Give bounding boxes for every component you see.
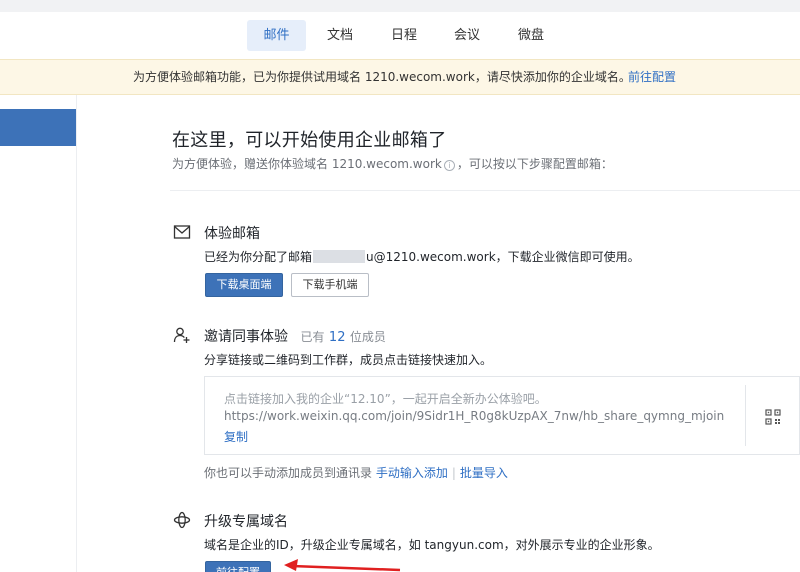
batch-import-link[interactable]: 批量导入 [460, 466, 508, 480]
member-count-suffix: 位成员 [349, 330, 386, 344]
sidebar-divider [76, 95, 77, 572]
page-subtitle: 为方便体验，赠送你体验域名 1210.wecom.work i ，可以按以下步骤配置… [172, 155, 613, 172]
mailbox-desc-after: u@1210.wecom.work，下载企业微信即可使用。 [366, 250, 640, 264]
masked-address [313, 250, 366, 263]
mailbox-desc: 已经为你分配了邮箱 u@1210.wecom.work，下载企业微信即可使用。 [204, 248, 640, 265]
manual-add-text: 你也可以手动添加成员到通讯录 [204, 466, 373, 480]
subtitle-text-before: 为方便体验，赠送你体验域名 1210.wecom.work [172, 157, 442, 171]
notice-banner: 为方便体验邮箱功能，已为你提供试用域名 1210.wecom.work，请尽快添… [0, 59, 800, 95]
sidebar-active-item[interactable] [0, 109, 76, 146]
info-icon[interactable]: i [443, 160, 455, 171]
notice-config-link[interactable]: 前往配置 [628, 60, 676, 94]
domain-desc: 域名是企业的ID，升级企业专属域名，如 tangyun.com，对外展示专业的企… [204, 538, 660, 552]
top-nav: 邮件 文档 日程 会议 微盘 [0, 12, 800, 59]
tab-meeting[interactable]: 会议 [447, 20, 487, 51]
share-url: https://work.weixin.qq.com/join/9Sidr1H_… [224, 409, 725, 423]
member-count[interactable]: 12 [329, 330, 346, 345]
download-desktop-button[interactable]: 下载桌面端 [205, 273, 283, 297]
notice-text: 为方便体验邮箱功能，已为你提供试用域名 1210.wecom.work，请尽快添… [133, 70, 631, 84]
tab-drive[interactable]: 微盘 [510, 20, 552, 51]
copy-link-button[interactable]: 复制 [224, 428, 248, 445]
manual-add-link[interactable]: 手动输入添加 [376, 466, 448, 480]
section-separator [170, 190, 800, 191]
tab-mail[interactable]: 邮件 [247, 20, 306, 51]
top-strip [0, 0, 800, 12]
tab-calendar[interactable]: 日程 [384, 20, 424, 51]
qr-code-icon[interactable] [765, 409, 781, 425]
share-text: 点击链接加入我的企业“12.10”，一起开启全新办公体验吧。 [224, 392, 547, 406]
share-divider [745, 385, 746, 446]
link-divider: | [451, 466, 456, 480]
page-title: 在这里，可以开始使用企业邮箱了 [172, 130, 447, 151]
tab-docs[interactable]: 文档 [320, 20, 360, 51]
invite-title-row: 邀请同事体验 已有 12 位成员 [204, 326, 386, 346]
envelope-icon [173, 225, 191, 239]
mailbox-title: 体验邮箱 [204, 226, 260, 242]
subtitle-text-after: ，可以按以下步骤配置邮箱： [456, 157, 613, 171]
invite-title: 邀请同事体验 [204, 329, 288, 345]
globe-icon [173, 511, 191, 529]
red-arrow-icon [284, 559, 401, 572]
domain-title: 升级专属域名 [204, 514, 288, 530]
domain-config-button[interactable]: 前往配置 [205, 561, 271, 572]
member-count-prefix: 已有 [300, 330, 325, 344]
invite-desc: 分享链接或二维码到工作群，成员点击链接快速加入。 [204, 353, 493, 367]
add-user-icon [173, 327, 190, 343]
share-link-box: 点击链接加入我的企业“12.10”，一起开启全新办公体验吧。 https://w… [204, 376, 800, 455]
mailbox-desc-before: 已经为你分配了邮箱 [204, 250, 313, 264]
download-mobile-button[interactable]: 下载手机端 [291, 273, 369, 297]
manual-add-line: 你也可以手动添加成员到通讯录 手动输入添加 | 批量导入 [204, 464, 508, 481]
